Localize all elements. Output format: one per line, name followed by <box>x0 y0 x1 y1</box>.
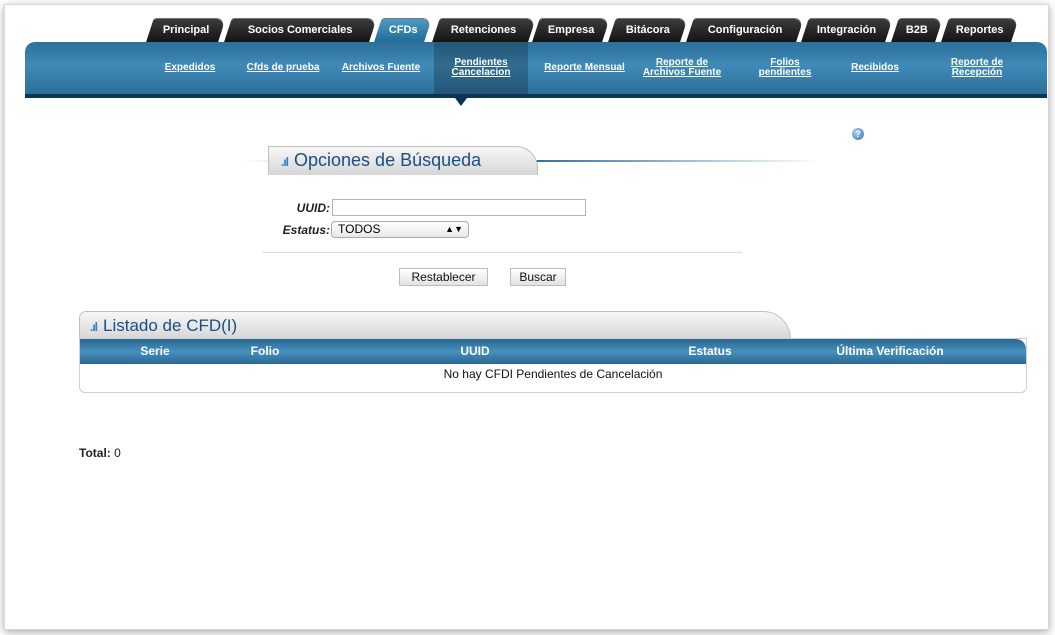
nav-cfds-de-prueba[interactable]: Cfds de prueba <box>238 42 328 94</box>
total-label: Total: <box>79 446 111 460</box>
search-section-title: Opciones de Búsqueda <box>294 150 482 170</box>
reset-button[interactable]: Restablecer <box>399 268 488 286</box>
active-indicator-icon <box>455 98 467 106</box>
nav-reporte-mensual[interactable]: Reporte Mensual <box>533 42 636 94</box>
status-select-value: TODOS <box>338 222 381 236</box>
search-section-header: .ıl Opciones de Búsqueda <box>268 146 538 175</box>
nav-recibidos[interactable]: Recibidos <box>830 42 920 94</box>
nav-expedidos[interactable]: Expedidos <box>150 42 230 94</box>
search-button[interactable]: Buscar <box>510 268 566 286</box>
bars-icon: .ıl <box>281 155 289 169</box>
divider <box>262 252 742 253</box>
status-label: Estatus: <box>282 223 330 237</box>
uuid-input[interactable] <box>332 199 586 216</box>
tab-retenciones[interactable]: Retenciones <box>432 18 536 42</box>
list-section-header: .ıl Listado de CFD(I) <box>79 311 791 339</box>
nav-reporte-archivos-fuente[interactable]: Reporte de Archivos Fuente <box>632 42 732 94</box>
column-estatus[interactable]: Estatus <box>670 339 750 364</box>
tab-reportes[interactable]: Reportes <box>941 18 1019 42</box>
select-arrows-icon: ▲▼ <box>445 224 463 234</box>
nav-archivos-fuente[interactable]: Archivos Fuente <box>333 42 429 94</box>
column-folio[interactable]: Folio <box>230 339 300 364</box>
bars-icon: .ıl <box>90 320 98 334</box>
tab-b2b[interactable]: B2B <box>891 18 943 42</box>
tab-principal[interactable]: Principal <box>146 18 226 42</box>
column-serie[interactable]: Serie <box>120 339 190 364</box>
empty-message: No hay CFDI Pendientes de Cancelación <box>443 367 663 381</box>
tab-cfds[interactable]: CFDs <box>374 18 432 42</box>
nav-reporte-recepcion[interactable]: Reporte de Recepción <box>927 42 1027 94</box>
cfdi-table: Serie Folio UUID Estatus Última Verifica… <box>79 338 1027 393</box>
help-icon[interactable]: ? <box>852 128 864 140</box>
tab-integracion[interactable]: Integración <box>801 18 893 42</box>
tab-bitacora[interactable]: Bitácora <box>608 18 688 42</box>
total-value: 0 <box>114 446 121 460</box>
list-section-title: Listado de CFD(I) <box>103 316 238 335</box>
sub-navigation: Expedidos Cfds de prueba Archivos Fuente… <box>25 42 1047 98</box>
column-uuid[interactable]: UUID <box>435 339 515 364</box>
column-ultima-verificacion[interactable]: Última Verificación <box>810 339 970 364</box>
nav-folios-pendientes[interactable]: Folios pendientes <box>740 42 830 94</box>
table-header: Serie Folio UUID Estatus Última Verifica… <box>80 339 1026 364</box>
tab-socios-comerciales[interactable]: Socios Comerciales <box>224 18 377 42</box>
tab-configuracion[interactable]: Configuración <box>686 18 804 42</box>
uuid-label: UUID: <box>296 201 330 215</box>
status-select[interactable]: TODOS ▲▼ <box>331 221 469 238</box>
nav-pendientes-cancelacion[interactable]: Pendientes Cancelacion <box>434 42 528 94</box>
tab-empresa[interactable]: Empresa <box>532 18 610 42</box>
total-count: Total: 0 <box>79 446 121 460</box>
